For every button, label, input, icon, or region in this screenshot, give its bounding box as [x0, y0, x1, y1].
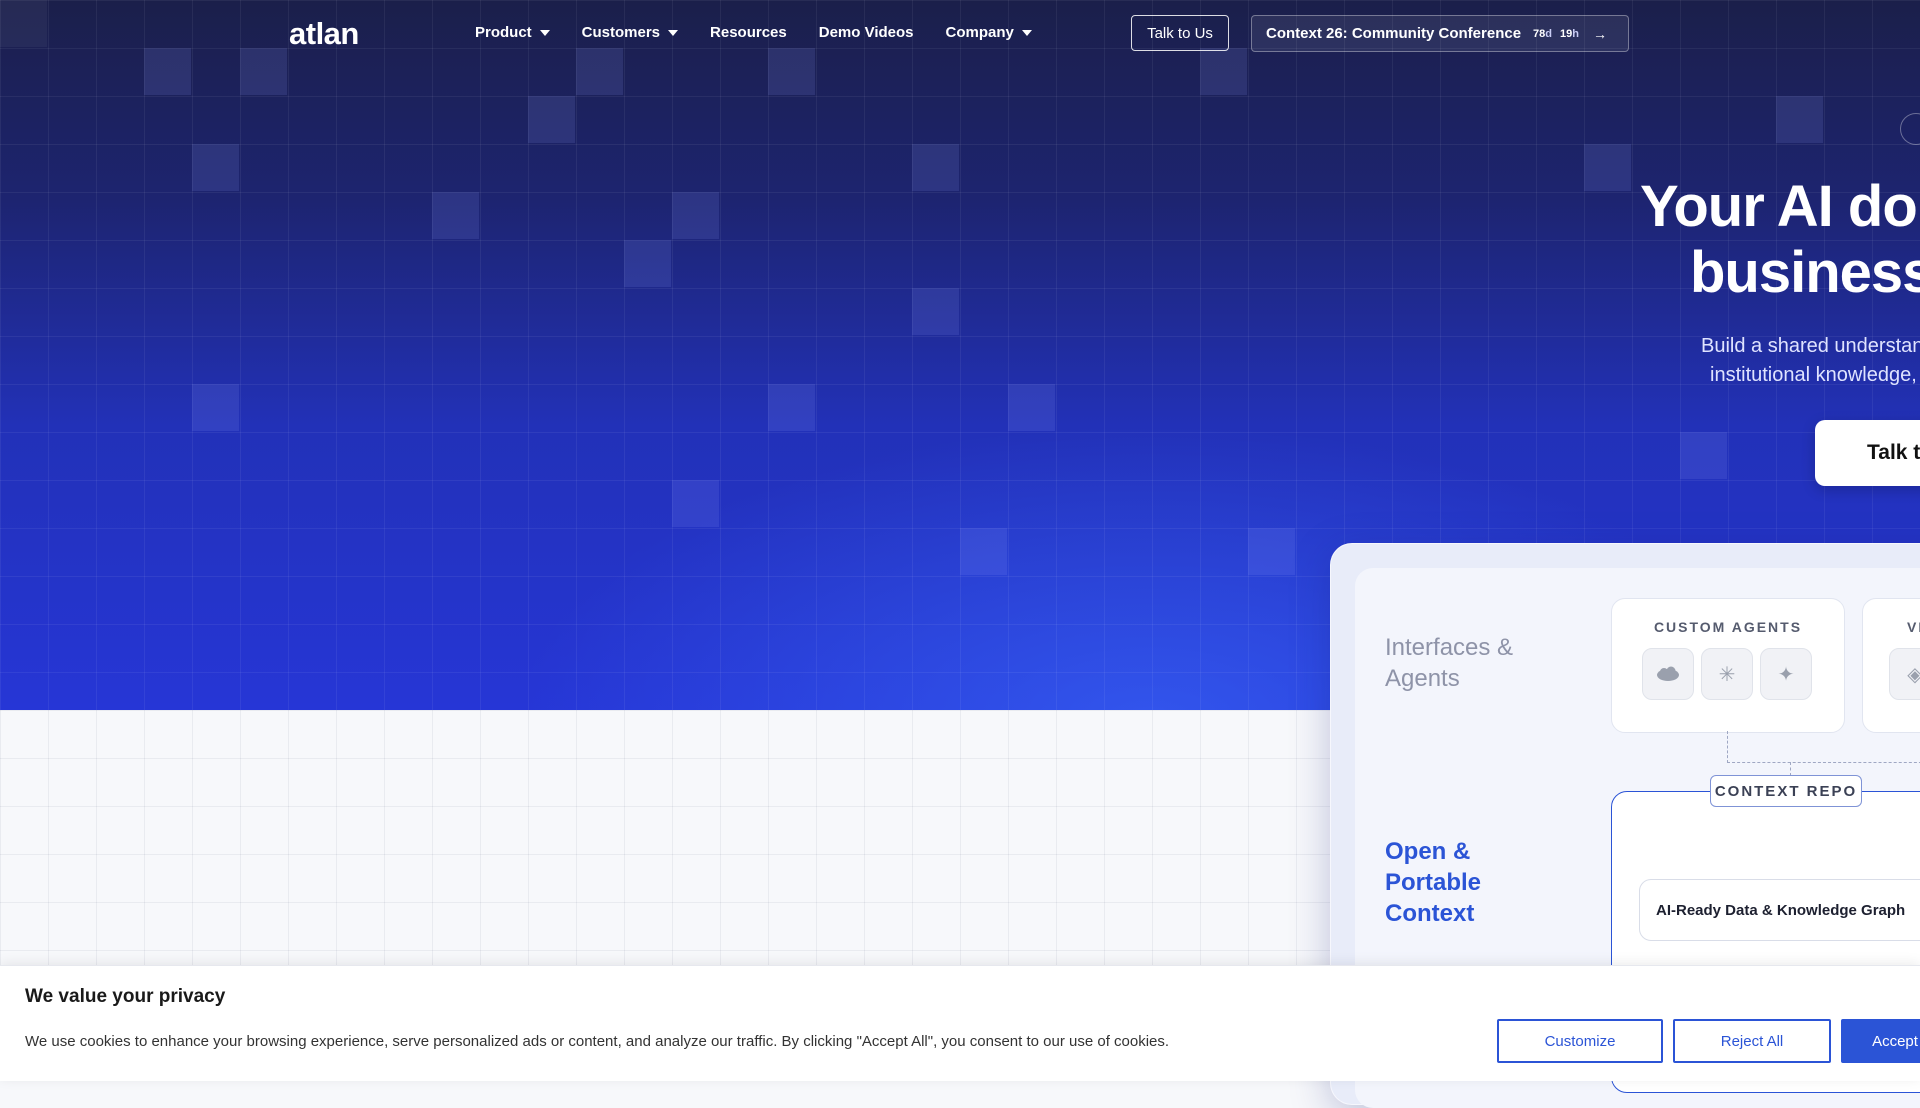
- grid-tile: [1776, 96, 1823, 143]
- grid-tile: [192, 384, 239, 431]
- headline-line: Your AI do: [1640, 174, 1918, 239]
- arrow-right-icon: →: [1593, 25, 1608, 42]
- main-nav: Product Customers Resources Demo Videos …: [475, 24, 1064, 41]
- subtext-line: institutional knowledge, a: [1710, 364, 1920, 386]
- layers-icon[interactable]: ◈: [1889, 648, 1920, 700]
- grid-tile: [576, 48, 623, 95]
- conference-banner-button[interactable]: Context 26: Community Conference 78d 19h…: [1251, 15, 1629, 52]
- grid-tile: [1248, 528, 1295, 575]
- grid-tile: [1200, 48, 1247, 95]
- headline-line: business: [1690, 240, 1920, 305]
- grid-tile: [144, 48, 191, 95]
- nav-item-label: Product: [475, 24, 532, 41]
- nav-item-company[interactable]: Company: [946, 24, 1032, 41]
- nav-item-customers[interactable]: Customers: [581, 24, 679, 41]
- cookie-consent-banner: We value your privacy We use cookies to …: [0, 965, 1920, 1081]
- nav-item-label: Company: [945, 24, 1014, 41]
- hero-headline: Your AI do business: [1640, 174, 1920, 306]
- caret-down-icon: [1021, 29, 1032, 36]
- grid-tile: [672, 480, 719, 527]
- hero-subtext: Build a shared understandi institutional…: [1701, 332, 1920, 390]
- connector-line: [1727, 762, 1920, 763]
- nav-item-label: Resources: [710, 24, 787, 41]
- salesforce-icon[interactable]: [1642, 648, 1694, 700]
- reject-all-button[interactable]: Reject All: [1673, 1019, 1831, 1063]
- nav-item-demo-videos[interactable]: Demo Videos: [819, 24, 914, 41]
- second-box-title: VI: [1907, 619, 1920, 635]
- knowledge-graph-box[interactable]: AI-Ready Data & Knowledge Graph: [1639, 879, 1920, 941]
- accept-all-button[interactable]: Accept All: [1841, 1019, 1920, 1063]
- grid-tile: [1584, 144, 1631, 191]
- nav-item-label: Demo Videos: [818, 24, 914, 41]
- open-portable-context-label: Open & Portable Context: [1385, 838, 1482, 927]
- nav-item-resources[interactable]: Resources: [710, 24, 787, 41]
- snowflake-icon[interactable]: ✳: [1701, 648, 1753, 700]
- grid-tile: [912, 288, 959, 335]
- second-agents-box: VI ◈: [1862, 598, 1920, 733]
- countdown-days: 78d: [1533, 27, 1553, 40]
- context-repo-tag: CONTEXT REPO: [1710, 775, 1862, 807]
- caret-down-icon: [668, 29, 679, 36]
- conference-label: Context 26: Community Conference: [1266, 25, 1522, 42]
- cookie-text: We use cookies to enhance your browsing …: [25, 1033, 1170, 1050]
- grid-tile: [432, 192, 479, 239]
- caret-down-icon: [539, 29, 550, 36]
- custom-agents-title: CUSTOM AGENTS: [1653, 619, 1803, 635]
- sparkle-icon[interactable]: ✦: [1760, 648, 1812, 700]
- countdown-hours: 19h: [1560, 27, 1580, 40]
- connector-line: [1790, 762, 1791, 776]
- grid-tile: [240, 48, 287, 95]
- nav-item-product[interactable]: Product: [475, 24, 550, 41]
- customize-button[interactable]: Customize: [1497, 1019, 1663, 1063]
- grid-tile: [768, 384, 815, 431]
- subtext-line: Build a shared understandi: [1701, 335, 1920, 357]
- grid-tile: [528, 96, 575, 143]
- atlan-logo[interactable]: atlan: [289, 16, 359, 52]
- grid-tile: [912, 144, 959, 191]
- grid-tile: [1008, 384, 1055, 431]
- grid-tile: [672, 192, 719, 239]
- hero-cta-button[interactable]: Talk t: [1815, 420, 1920, 486]
- custom-agents-box: CUSTOM AGENTS ✳ ✦: [1611, 598, 1845, 733]
- grid-tile: [960, 528, 1007, 575]
- cookie-title: We value your privacy: [25, 986, 226, 1007]
- grid-tile: [624, 240, 671, 287]
- nav-item-label: Customers: [581, 24, 661, 41]
- talk-to-us-button[interactable]: Talk to Us: [1131, 15, 1229, 51]
- grid-tile: [1680, 432, 1727, 479]
- interfaces-agents-label: Interfaces & Agents: [1385, 634, 1514, 692]
- grid-tile: [768, 48, 815, 95]
- grid-tile: [0, 0, 47, 47]
- connector-line: [1727, 731, 1728, 763]
- grid-tile: [192, 144, 239, 191]
